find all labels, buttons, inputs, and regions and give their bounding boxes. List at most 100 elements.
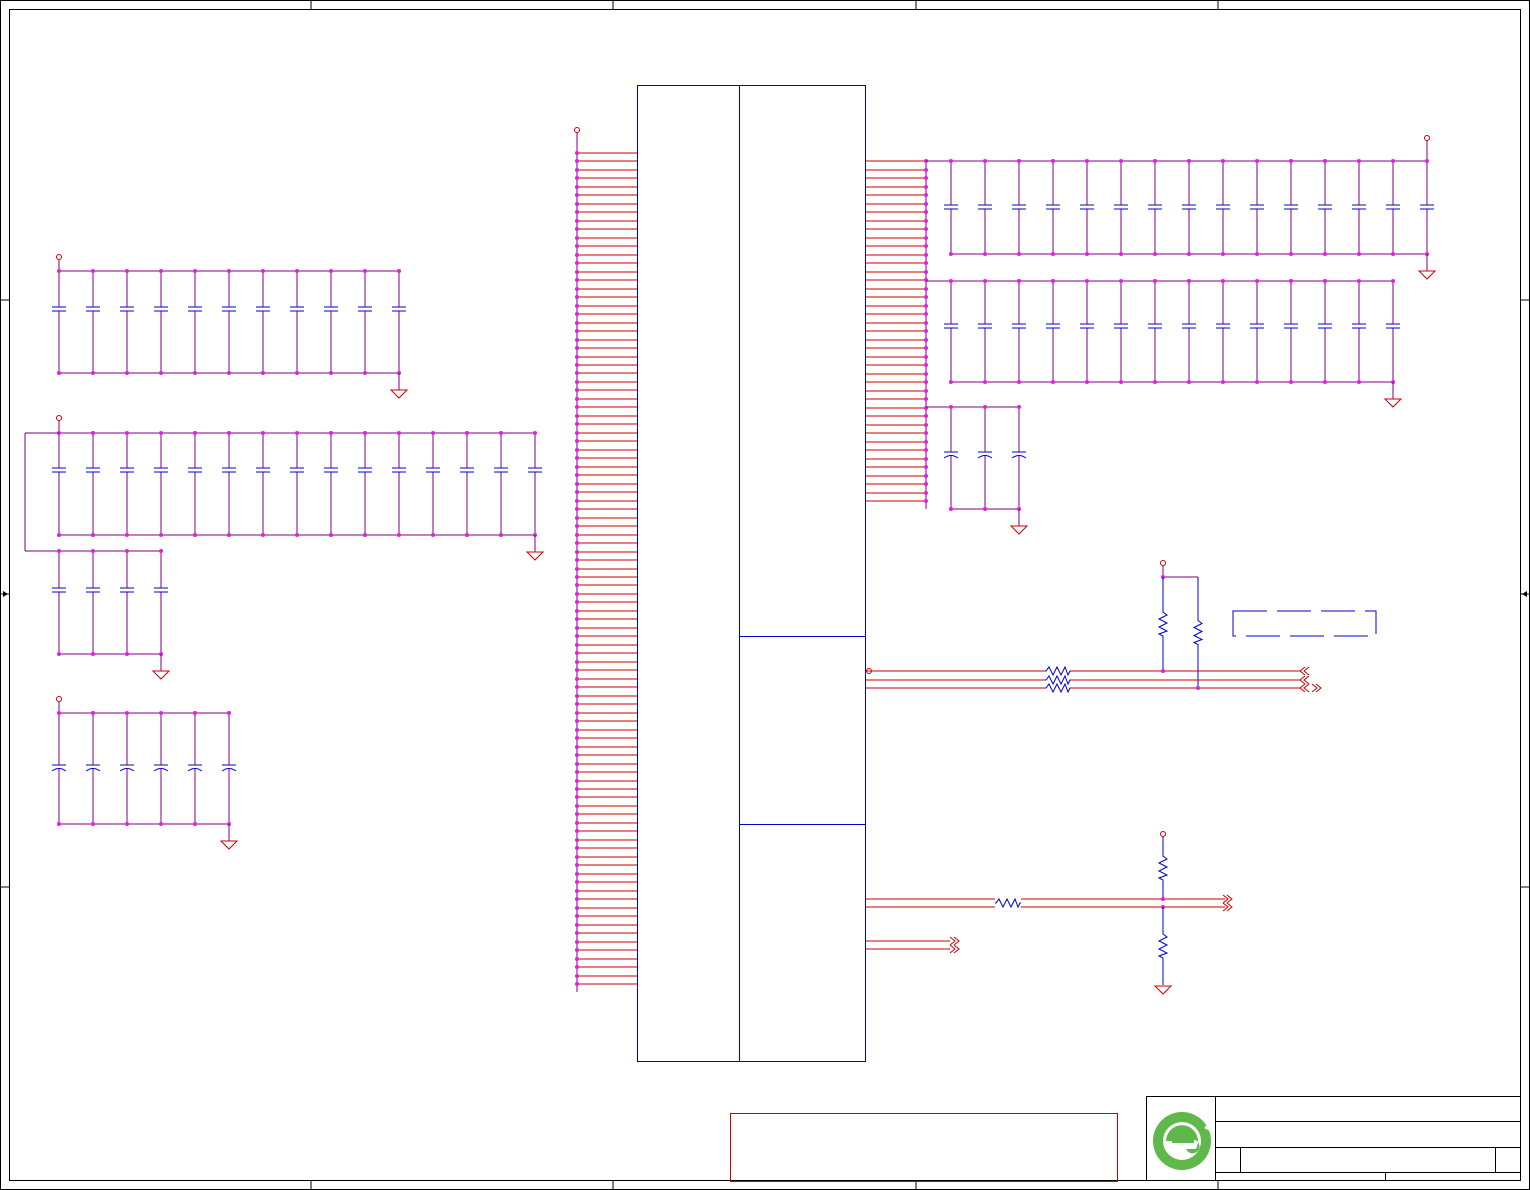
junction-dot xyxy=(924,363,928,367)
junction-dot xyxy=(949,252,953,256)
ground-icon xyxy=(389,389,409,399)
junction-dot xyxy=(575,795,579,799)
junction-dot xyxy=(1161,897,1165,901)
junction-dot xyxy=(924,244,928,248)
junction-dot xyxy=(1085,279,1089,283)
red-note-frame xyxy=(730,1113,1118,1182)
junction-dot xyxy=(575,668,579,672)
junction-dot xyxy=(575,151,579,155)
junction-dot xyxy=(227,371,231,375)
junction-dot xyxy=(575,863,579,867)
junction-dot xyxy=(575,524,579,528)
junction-dot xyxy=(57,269,61,273)
junction-dot xyxy=(575,931,579,935)
junction-dot xyxy=(575,753,579,757)
junction-dot xyxy=(924,321,928,325)
resistor-icon xyxy=(1045,665,1071,677)
junction-dot xyxy=(193,711,197,715)
junction-dot xyxy=(924,380,928,384)
junction-dot xyxy=(193,371,197,375)
ic-left-pin-stubs xyxy=(574,127,637,992)
junction-dot xyxy=(575,567,579,571)
dashed-note-box xyxy=(1232,610,1377,637)
schematic-sheet xyxy=(0,0,1530,1190)
ground-icon xyxy=(219,840,239,850)
junction-dot xyxy=(363,431,367,435)
junction-dot xyxy=(1289,252,1293,256)
junction-dot xyxy=(1221,159,1225,163)
ic-right-pin-stubs xyxy=(866,159,928,509)
junction-dot xyxy=(295,533,299,537)
junction-dot xyxy=(1085,159,1089,163)
junction-dot xyxy=(57,549,61,553)
resistor-icon xyxy=(1045,682,1071,694)
resistor-icon xyxy=(1157,907,1169,985)
junction-dot xyxy=(57,711,61,715)
junction-dot xyxy=(193,269,197,273)
junction-dot xyxy=(575,295,579,299)
junction-dot xyxy=(397,269,401,273)
junction-dot xyxy=(575,855,579,859)
decoupling-cap-bank-3 xyxy=(52,549,171,680)
junction-dot xyxy=(1017,279,1021,283)
junction-dot xyxy=(924,304,928,308)
junction-dot xyxy=(575,176,579,180)
power-port-icon xyxy=(56,254,62,260)
junction-dot xyxy=(57,652,61,656)
junction-dot xyxy=(363,269,367,273)
junction-dot xyxy=(924,287,928,291)
junction-dot xyxy=(91,371,95,375)
junction-dot xyxy=(431,533,435,537)
junction-dot xyxy=(575,227,579,231)
junction-dot xyxy=(159,822,163,826)
junction-dot xyxy=(1255,159,1259,163)
power-port-icon xyxy=(1160,560,1166,566)
junction-dot xyxy=(159,711,163,715)
junction-dot xyxy=(1357,159,1361,163)
junction-dot xyxy=(924,270,928,274)
junction-dot xyxy=(1051,252,1055,256)
ground-icon xyxy=(1009,525,1029,535)
junction-dot xyxy=(924,440,928,444)
junction-dot xyxy=(575,550,579,554)
junction-dot xyxy=(575,210,579,214)
junction-dot xyxy=(575,812,579,816)
junction-dot xyxy=(295,371,299,375)
junction-dot xyxy=(1051,159,1055,163)
junction-dot xyxy=(924,448,928,452)
junction-dot xyxy=(575,719,579,723)
junction-dot xyxy=(193,431,197,435)
ground-icon xyxy=(1153,985,1173,995)
junction-dot xyxy=(575,957,579,961)
port-chevron-icon xyxy=(1299,666,1310,676)
junction-dot xyxy=(575,338,579,342)
junction-dot xyxy=(1221,252,1225,256)
junction-dot xyxy=(533,431,537,435)
junction-dot xyxy=(227,711,231,715)
resistor-icon xyxy=(1157,577,1169,671)
sheet-frame xyxy=(0,0,1530,1190)
junction-dot xyxy=(983,279,987,283)
junction-dot xyxy=(575,897,579,901)
junction-dot xyxy=(924,346,928,350)
junction-dot xyxy=(575,261,579,265)
junction-dot xyxy=(1289,159,1293,163)
junction-dot xyxy=(924,397,928,401)
junction-dot xyxy=(1357,252,1361,256)
junction-dot xyxy=(924,219,928,223)
junction-dot xyxy=(949,279,953,283)
junction-dot xyxy=(91,533,95,537)
junction-dot xyxy=(575,533,579,537)
junction-dot xyxy=(949,405,953,409)
junction-dot xyxy=(159,431,163,435)
junction-dot xyxy=(575,388,579,392)
resistor-icon xyxy=(1157,837,1169,899)
junction-dot xyxy=(159,533,163,537)
junction-dot xyxy=(1085,252,1089,256)
junction-dot xyxy=(575,465,579,469)
junction-dot xyxy=(227,431,231,435)
junction-dot xyxy=(91,711,95,715)
junction-dot xyxy=(924,312,928,316)
junction-dot xyxy=(57,371,61,375)
junction-dot xyxy=(924,176,928,180)
